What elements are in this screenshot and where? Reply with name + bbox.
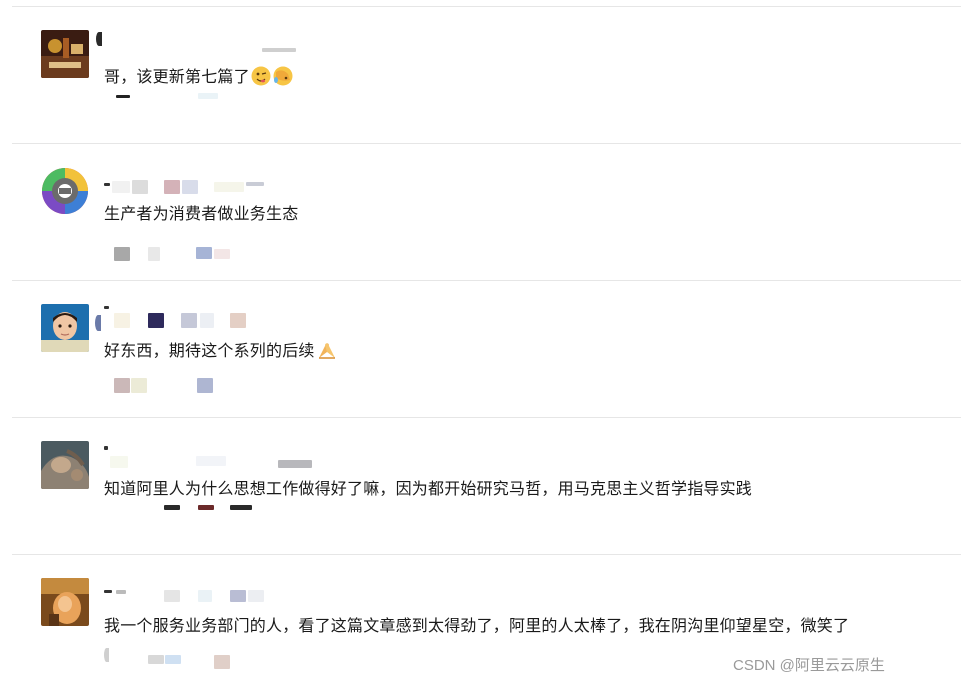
username-blur bbox=[230, 590, 246, 602]
meta-blur bbox=[104, 648, 109, 662]
comment-text: 我一个服务业务部门的人，看了这篇文章感到太得劲了，阿里的人太棒了，我在阴沟里仰望… bbox=[104, 616, 850, 635]
praying-hands-emoji bbox=[316, 340, 338, 366]
username-blur bbox=[214, 182, 244, 192]
avatar[interactable] bbox=[41, 441, 89, 489]
username-blur bbox=[104, 306, 109, 309]
avatar[interactable] bbox=[41, 304, 89, 352]
facepalm-emoji bbox=[272, 66, 294, 92]
meta-blur bbox=[198, 505, 214, 510]
avatar[interactable] bbox=[41, 578, 89, 626]
username-blur bbox=[198, 590, 212, 602]
top-divider bbox=[12, 6, 961, 7]
username-blur bbox=[110, 456, 128, 468]
username-blur bbox=[132, 180, 148, 194]
username-blur bbox=[200, 313, 214, 328]
wink-tongue-emoji bbox=[251, 66, 271, 92]
avatar[interactable] bbox=[41, 167, 89, 215]
username-blur bbox=[112, 181, 130, 193]
meta-blur bbox=[165, 655, 181, 664]
comment-divider bbox=[12, 280, 961, 281]
username-blur bbox=[181, 313, 197, 328]
comment-divider bbox=[12, 554, 961, 555]
username-blur bbox=[114, 313, 130, 328]
meta-blur bbox=[198, 93, 218, 99]
username-blur bbox=[248, 590, 264, 602]
username-blur bbox=[278, 460, 312, 468]
meta-blur bbox=[214, 655, 230, 669]
username-blur bbox=[246, 182, 264, 186]
meta-blur bbox=[214, 249, 230, 259]
username-blur bbox=[262, 48, 296, 52]
meta-blur bbox=[164, 505, 180, 510]
username-blur bbox=[182, 180, 198, 194]
comment-text: 哥，该更新第七篇了 bbox=[104, 66, 294, 92]
meta-blur bbox=[116, 95, 130, 98]
username-blur bbox=[230, 313, 246, 328]
username-blur bbox=[104, 446, 108, 450]
comment-divider bbox=[12, 417, 961, 418]
username-blur bbox=[164, 180, 180, 194]
meta-blur bbox=[148, 247, 160, 261]
comment-text: 好东西，期待这个系列的后续 bbox=[104, 340, 338, 366]
meta-blur bbox=[148, 655, 164, 664]
username-blur bbox=[95, 315, 101, 331]
username-blur bbox=[104, 183, 110, 186]
csdn-watermark: CSDN @阿里云云原生 bbox=[733, 657, 885, 674]
comment-divider bbox=[12, 143, 961, 144]
username-blur bbox=[148, 313, 164, 328]
meta-blur bbox=[114, 247, 130, 261]
username-blur bbox=[96, 32, 102, 46]
username-blur bbox=[164, 590, 180, 602]
meta-blur bbox=[114, 378, 130, 393]
meta-blur bbox=[230, 505, 252, 510]
username-blur bbox=[104, 590, 112, 593]
comment-text: 生产者为消费者做业务生态 bbox=[104, 204, 299, 223]
meta-blur bbox=[196, 247, 212, 259]
comment-text: 知道阿里人为什么思想工作做得好了嘛，因为都开始研究马哲，用马克思主义哲学指导实践 bbox=[104, 479, 753, 498]
avatar[interactable] bbox=[41, 30, 89, 78]
meta-blur bbox=[131, 378, 147, 393]
meta-blur bbox=[197, 378, 213, 393]
username-blur bbox=[196, 456, 226, 466]
username-blur bbox=[116, 590, 126, 594]
